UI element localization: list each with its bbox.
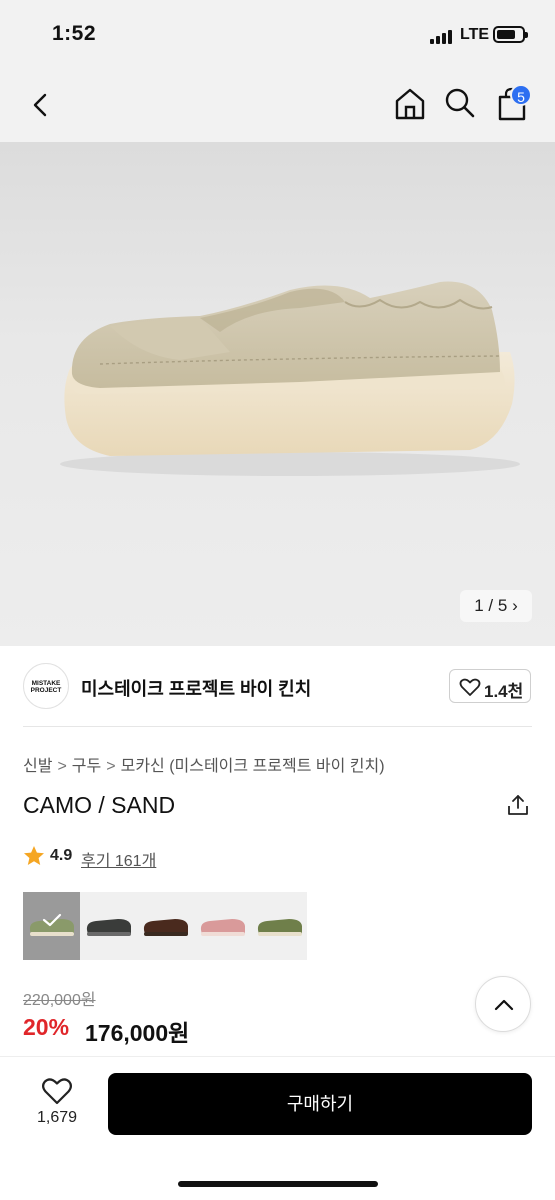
search-icon[interactable] — [444, 87, 476, 119]
swatch-pink[interactable] — [194, 892, 251, 960]
brand-like-count: 1.4천 — [484, 682, 524, 701]
brand-logo-line2: PROJECT — [30, 687, 62, 694]
swatch-olive[interactable] — [251, 892, 308, 960]
battery-icon — [493, 26, 528, 43]
bottom-action-bar: 1,679 구매하기 — [0, 1056, 555, 1200]
shoe-illustration — [60, 281, 520, 476]
buy-button[interactable]: 구매하기 — [108, 1073, 532, 1135]
image-counter-text: 1 / 5 — [474, 596, 508, 615]
breadcrumb-separator: > — [106, 758, 116, 775]
divider — [23, 726, 532, 727]
back-icon[interactable] — [26, 90, 56, 120]
breadcrumb: 신발 > 구두 > 모카신 (미스테이크 프로젝트 바이 킨치) — [23, 752, 385, 776]
swatch-camo-sand[interactable] — [23, 892, 80, 960]
swatch-shoe-icon — [257, 919, 302, 936]
top-nav: 5 — [0, 72, 555, 142]
breadcrumb-item-moccasin[interactable]: 모카신 (미스테이크 프로젝트 바이 킨치) — [121, 752, 385, 776]
share-icon[interactable] — [506, 793, 530, 817]
chevron-up-icon — [494, 999, 514, 1011]
breadcrumb-item-shoes[interactable]: 신발 — [23, 752, 52, 776]
scroll-to-top-button[interactable] — [475, 976, 531, 1032]
breadcrumb-item-dress-shoes[interactable]: 구두 — [72, 752, 101, 776]
original-price: 220,000원 — [23, 992, 96, 1009]
swatch-shoe-icon — [143, 919, 188, 936]
star-icon — [24, 846, 44, 865]
brand-logo-line1: MISTAKE — [31, 680, 61, 687]
sale-price: 176,000원 — [85, 1020, 190, 1046]
brand-name[interactable]: 미스테이크 프로젝트 바이 킨치 — [81, 675, 311, 701]
reviews-link[interactable]: 후기 161개 — [81, 847, 156, 871]
swatch-brown[interactable] — [137, 892, 194, 960]
product-title: CAMO / SAND — [23, 792, 176, 818]
breadcrumb-separator: > — [57, 758, 67, 775]
home-icon[interactable] — [393, 86, 427, 122]
home-indicator — [178, 1181, 378, 1187]
swatch-black[interactable] — [80, 892, 137, 960]
discount-rate: 20% — [23, 1014, 70, 1040]
brand-logo[interactable]: MISTAKE PROJECT — [23, 663, 69, 709]
signal-icon — [430, 28, 456, 44]
wishlist-count: 1,679 — [36, 1109, 78, 1126]
color-swatches — [23, 892, 307, 960]
heart-outline-icon[interactable] — [41, 1076, 73, 1106]
network-label: LTE — [460, 26, 490, 43]
image-counter[interactable]: 1 / 5 › — [460, 590, 532, 622]
heart-outline-icon — [459, 678, 481, 696]
rating-value: 4.9 — [50, 847, 73, 864]
status-time: 1:52 — [52, 22, 97, 45]
brand-row[interactable]: MISTAKE PROJECT 미스테이크 프로젝트 바이 킨치 1.4천 — [0, 660, 555, 716]
product-image[interactable] — [0, 142, 555, 646]
check-icon — [42, 913, 62, 927]
swatch-shoe-icon — [200, 919, 245, 936]
swatch-shoe-icon — [86, 919, 131, 936]
status-bar: 1:52 LTE — [0, 0, 555, 72]
chevron-right-icon: › — [512, 596, 518, 615]
cart-count-badge: 5 — [510, 84, 532, 106]
brand-like-button[interactable]: 1.4천 — [449, 669, 531, 703]
